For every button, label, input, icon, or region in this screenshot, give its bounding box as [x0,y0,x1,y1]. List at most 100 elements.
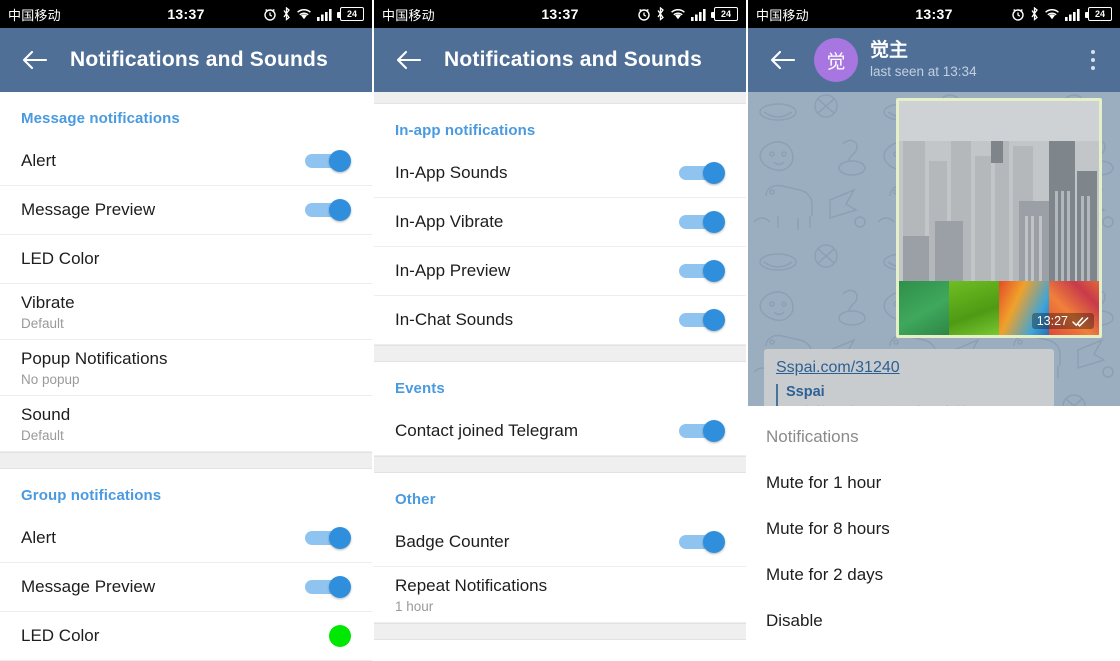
setting-row-in-app-preview[interactable]: In-App Preview [374,247,746,296]
row-label: Vibrate [21,292,75,312]
chat-status: last seen at 13:34 [870,64,977,80]
chat-header-meta[interactable]: 觉主 last seen at 13:34 [870,39,977,80]
setting-row-group-message-preview[interactable]: Message Preview [0,563,372,612]
signal-icon [317,8,332,21]
row-value: No popup [21,372,80,388]
setting-row-badge-counter[interactable]: Badge Counter [374,518,746,567]
status-icons: 24 [637,7,738,21]
row-label: In-App Sounds [395,163,508,183]
back-arrow-icon[interactable] [14,39,56,81]
back-arrow-icon[interactable] [388,39,430,81]
status-bar: 中国移动 13:37 24 [748,0,1120,28]
app-bar: Notifications and Sounds [0,28,372,92]
row-label: In-App Preview [395,261,511,281]
settings-list-2[interactable]: In-app notifications In-App Sounds In-Ap… [374,92,746,661]
setting-row-alert[interactable]: Alert [0,137,372,186]
toggle-message-preview[interactable] [305,196,351,224]
wifi-icon [297,8,311,19]
battery-icon: 24 [1085,7,1112,21]
back-arrow-icon[interactable] [762,39,804,81]
toggle-in-app-vibrate[interactable] [679,208,725,236]
setting-row-vibrate[interactable]: Vibrate Default [0,284,372,340]
section-header-events: Events [395,380,445,397]
toggle-group-alert[interactable] [305,524,351,552]
setting-row-repeat-notifications[interactable]: Repeat Notifications 1 hour [374,567,746,623]
settings-list-1[interactable]: Message notifications Alert Message Prev… [0,92,372,661]
timestamp-text: 13:27 [1036,314,1068,328]
setting-row-popup-notifications[interactable]: Popup Notifications No popup [0,340,372,396]
double-check-icon [1072,316,1089,327]
setting-row-sound[interactable]: Sound Default [0,396,372,452]
setting-row-contact-joined[interactable]: Contact joined Telegram [374,407,746,456]
signal-icon [691,8,706,21]
toggle-in-chat-sounds[interactable] [679,306,725,334]
alarm-icon [638,9,650,21]
bluetooth-icon [657,7,664,21]
tile-dark-green [899,281,949,335]
signal-icon [1065,8,1080,21]
sheet-option-mute-1-hour[interactable]: Mute for 1 hour [766,447,1102,493]
sheet-option-mute-8-hours[interactable]: Mute for 8 hours [766,493,1102,539]
toggle-in-app-preview[interactable] [679,257,725,285]
sheet-title: Notifications [766,427,859,446]
link-site-name: Sspai [786,384,825,400]
photo-city-skyline [899,101,1099,287]
section-header-in-app-notifications: In-app notifications [395,122,536,139]
row-label: In-App Vibrate [395,212,504,232]
message-timestamp: 13:27 [1031,313,1094,329]
link-url[interactable]: Sspai.com/31240 [776,359,1042,377]
overflow-menu-icon[interactable] [1076,38,1110,82]
led-color-swatch[interactable] [329,625,351,647]
row-label: Popup Notifications [21,348,168,368]
avatar[interactable]: 觉 [814,38,858,82]
status-bar: 中国移动 13:37 24 [374,0,746,28]
status-bar: 中国移动 13:37 24 [0,0,372,28]
status-icons: 24 [263,7,364,21]
photo-message-bubble[interactable]: 13:27 [896,98,1102,338]
row-label: LED Color [21,249,100,269]
row-label: Message Preview [21,200,156,220]
toggle-alert[interactable] [305,147,351,175]
chat-message-area: 13:27 Sspai.com/31240 Sspai 反省苹果助人与何你家退出… [748,92,1120,661]
battery-icon: 24 [711,7,738,21]
battery-icon: 24 [337,7,364,21]
section-header-group-notifications: Group notifications [21,487,162,504]
section-divider [374,623,746,640]
toggle-contact-joined[interactable] [679,417,725,445]
row-label: Alert [21,528,56,548]
setting-row-message-preview[interactable]: Message Preview [0,186,372,235]
panel-chat-notifications-dialog: 中国移动 13:37 24 觉 觉主 last seen at 13:34 13… [748,0,1120,661]
panel-inapp-notifications: 中国移动 13:37 24 Notifications and Sounds I… [374,0,746,661]
section-header-message-notifications: Message notifications [21,110,180,127]
row-value: Default [21,428,64,444]
bluetooth-icon [1031,7,1038,21]
section-header-other: Other [395,491,436,508]
sheet-option-disable[interactable]: Disable [766,585,1102,631]
sheet-option-mute-2-days[interactable]: Mute for 2 days [766,539,1102,585]
row-label: Alert [21,151,56,171]
setting-row-led-color[interactable]: LED Color [0,235,372,284]
page-title: Notifications and Sounds [444,48,702,71]
toggle-group-message-preview[interactable] [305,573,351,601]
row-label: In-Chat Sounds [395,310,514,330]
setting-row-group-alert[interactable]: Alert [0,514,372,563]
setting-row-in-chat-sounds[interactable]: In-Chat Sounds [374,296,746,345]
status-icons: 24 [1011,7,1112,21]
chat-app-bar: 觉 觉主 last seen at 13:34 [748,28,1120,92]
row-value: 1 hour [395,599,434,615]
section-divider [0,452,372,469]
battery-level: 24 [1094,8,1105,19]
setting-row-in-app-vibrate[interactable]: In-App Vibrate [374,198,746,247]
alarm-icon [1012,9,1024,21]
toggle-badge-counter[interactable] [679,528,725,556]
app-bar: Notifications and Sounds [374,28,746,92]
row-label: Message Preview [21,577,156,597]
setting-row-group-led-color[interactable]: LED Color [0,612,372,661]
row-label: Sound [21,404,71,424]
row-label: LED Color [21,626,100,646]
toggle-in-app-sounds[interactable] [679,159,725,187]
setting-row-in-app-sounds[interactable]: In-App Sounds [374,149,746,198]
notifications-bottom-sheet: Notifications Mute for 1 hour Mute for 8… [748,406,1120,661]
reset-button[interactable]: Reset [374,640,746,661]
row-label: Contact joined Telegram [395,421,579,441]
